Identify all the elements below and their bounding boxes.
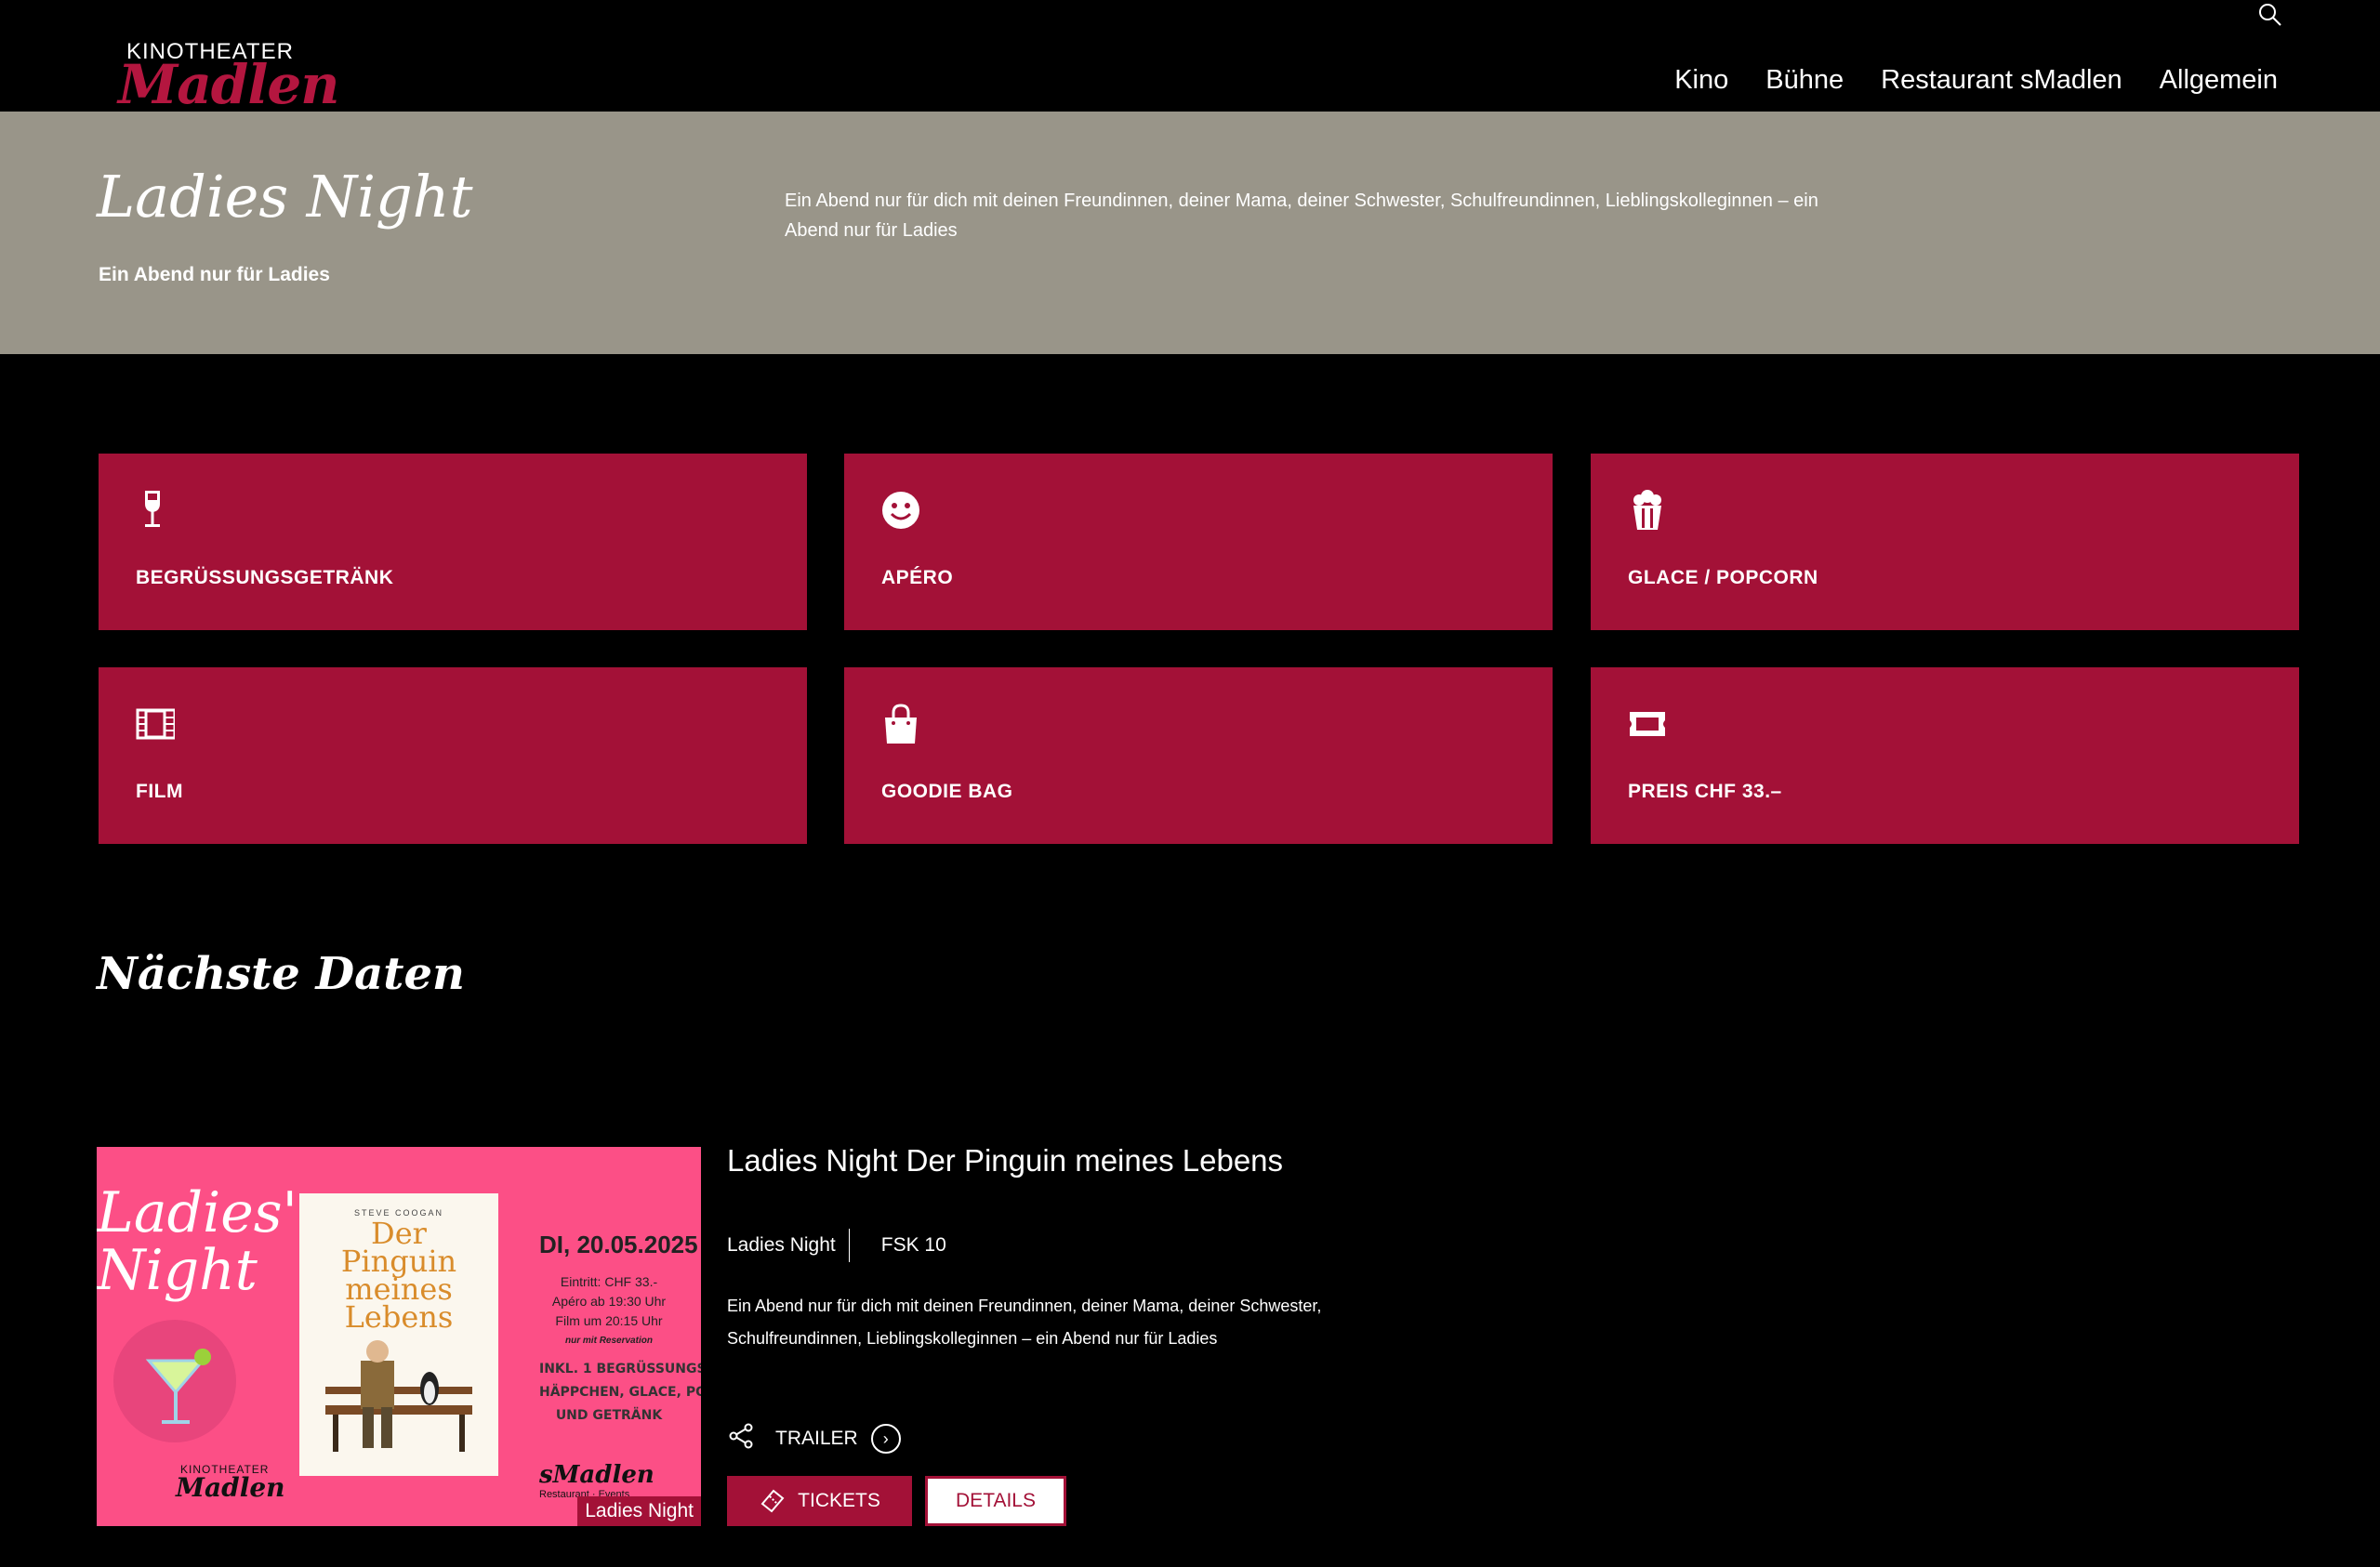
feature-tile-popcorn: GLACE / POPCORN	[1591, 454, 2299, 630]
feature-label: BEGRÜSSUNGSGETRÄNK	[136, 567, 394, 588]
tickets-label: TICKETS	[798, 1490, 880, 1511]
section-title-next-dates: Nächste Daten	[97, 948, 465, 1000]
smiley-icon	[882, 492, 919, 529]
nav-item-restaurant[interactable]: Restaurant sMadlen	[1881, 63, 2122, 97]
page-description: Ein Abend nur für dich mit deinen Freund…	[785, 191, 1818, 241]
poster-include-line: INKL. 1 BEGRÜSSUNGSGETRÄNK	[539, 1362, 701, 1376]
share-icon[interactable]	[727, 1422, 755, 1450]
feature-label: FILM	[136, 781, 183, 802]
ticket-icon	[760, 1489, 785, 1513]
feature-label: GOODIE BAG	[881, 781, 1013, 802]
poster-line: Apéro ab 19:30 Uhr	[551, 1294, 667, 1309]
feature-tile-goodie-bag: GOODIE BAG	[844, 667, 1553, 844]
feature-tile-apero: APÉRO	[844, 454, 1553, 630]
site-logo[interactable]: KINOTHEATER Madlen	[118, 35, 341, 116]
poster-logo-script: Madlen	[176, 1472, 285, 1503]
poster-line: Eintritt: CHF 33.-	[560, 1274, 658, 1289]
film-icon	[136, 708, 175, 740]
nav-item-allgemein[interactable]: Allgemein	[2160, 63, 2278, 97]
feature-tile-film: FILM	[99, 667, 807, 844]
event-description: Ein Abend nur für dich mit deinen Freund…	[727, 1297, 1322, 1348]
meta-divider	[848, 1229, 850, 1262]
feature-tile-welcome-drink: BEGRÜSSUNGSGETRÄNK	[99, 454, 807, 630]
category-badge: Ladies Night	[577, 1496, 701, 1526]
nav-item-buehne[interactable]: Bühne	[1765, 63, 1844, 97]
trailer-link[interactable]: TRAILER ›	[775, 1424, 901, 1454]
poster-info: DI, 20.05.2025 Eintritt: CHF 33.- Apéro …	[539, 1231, 701, 1428]
poster-logo: KINOTHEATER Madlen	[176, 1463, 285, 1503]
poster-date: DI, 20.05.2025	[539, 1231, 698, 1258]
hero-banner: Ladies Night Ein Abend nur für Ladies Ei…	[0, 112, 2380, 354]
feature-label: GLACE / POPCORN	[1628, 567, 1818, 588]
poster-title: Ladies' Night	[97, 1180, 298, 1303]
event-meta: Ladies Night FSK 10	[727, 1229, 946, 1262]
main-nav: Kino Bühne Restaurant sMadlen Allgemein	[1674, 63, 2278, 97]
search-icon[interactable]	[2257, 2, 2283, 28]
feature-tile-price: PREIS CHF 33.–	[1591, 667, 2299, 844]
poster-note: nur mit Reservation	[565, 1336, 653, 1346]
poster-brand: sMadlen Restaurant · Events	[539, 1461, 654, 1500]
logo-wordmark-script: Madlen	[118, 53, 339, 116]
wine-glass-icon	[145, 491, 160, 527]
event-rating: FSK 10	[880, 1234, 946, 1256]
poster-include-line: UND GETRÄNK	[555, 1408, 663, 1423]
popcorn-icon	[1633, 490, 1661, 530]
poster-include-line: HÄPPCHEN, GLACE, POPCORN	[539, 1385, 701, 1400]
page-subtitle: Ein Abend nur für Ladies	[99, 264, 330, 285]
trailer-label: TRAILER	[775, 1428, 858, 1449]
movie-poster: STEVE COOGAN Der Pinguin meines Lebens	[299, 1193, 498, 1476]
poster-includes: INKL. 1 BEGRÜSSUNGSGETRÄNK HÄPPCHEN, GLA…	[539, 1358, 701, 1428]
page-title: Ladies Night	[97, 163, 473, 230]
bench-scene-image	[325, 1340, 472, 1452]
details-button[interactable]: DETAILS	[925, 1476, 1066, 1526]
chevron-right-icon: ›	[870, 1424, 901, 1454]
feature-label: PREIS CHF 33.–	[1628, 781, 1782, 802]
event-category: Ladies Night	[727, 1234, 836, 1256]
cocktail-glass-image	[113, 1320, 236, 1442]
event-title[interactable]: Ladies Night Der Pinguin meines Lebens	[727, 1143, 1283, 1179]
poster-line: Film um 20:15 Uhr	[555, 1313, 663, 1328]
event-poster-image[interactable]: Ladies' Night KINOTHEATER Madlen STEVE C…	[97, 1147, 701, 1526]
poster-brand-name: sMadlen	[539, 1461, 654, 1489]
shopping-bag-icon	[885, 704, 917, 744]
ticket-icon	[1630, 712, 1665, 736]
poster-info-lines: Eintritt: CHF 33.- Apéro ab 19:30 Uhr Fi…	[539, 1272, 679, 1350]
cocktail-icon	[145, 1349, 211, 1424]
tickets-button[interactable]: TICKETS	[727, 1476, 912, 1526]
feature-label: APÉRO	[881, 567, 954, 588]
site-header: KINOTHEATER Madlen Kino Bühne Restaurant…	[0, 0, 2380, 112]
nav-item-kino[interactable]: Kino	[1674, 63, 1728, 97]
